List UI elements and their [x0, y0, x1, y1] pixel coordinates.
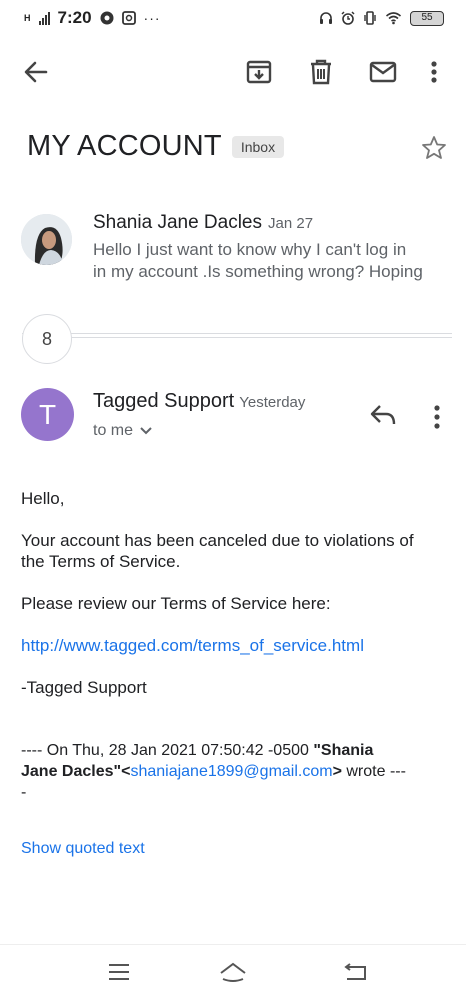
- home-icon[interactable]: [218, 961, 248, 983]
- settings-notification-icon: [100, 11, 114, 25]
- message-date: Yesterday: [239, 394, 306, 411]
- quote-email-link[interactable]: shaniajane1899@gmail.com: [130, 763, 332, 780]
- quote-name-part-1: "Shania: [313, 742, 374, 759]
- collapsed-message[interactable]: Shania Jane Dacles Jan 27 Hello I just wa…: [0, 210, 466, 295]
- star-icon[interactable]: [420, 134, 448, 162]
- quote-gt: >: [332, 763, 342, 780]
- network-type: H: [24, 13, 31, 23]
- inbox-label-badge[interactable]: Inbox: [231, 135, 285, 158]
- archive-icon[interactable]: [245, 58, 273, 86]
- app-bar: [0, 48, 466, 96]
- more-vert-icon[interactable]: [424, 58, 444, 86]
- recipient-label: to me: [93, 422, 134, 439]
- vibrate-icon: [364, 11, 376, 25]
- snippet-line-2: in my account .Is something wrong? Hopin…: [93, 262, 423, 281]
- signal-icon: [38, 11, 50, 25]
- headphones-icon: [320, 12, 332, 24]
- recipient-details-toggle[interactable]: to me: [93, 422, 153, 440]
- delete-icon[interactable]: [307, 58, 335, 86]
- message-date: Jan 27: [268, 215, 314, 232]
- collapsed-divider: [22, 337, 452, 338]
- quote-suffix: wrote ---: [341, 763, 406, 780]
- subject-title: MY ACCOUNT: [27, 130, 222, 162]
- back-nav-icon[interactable]: [341, 961, 371, 983]
- sender-avatar: T: [21, 388, 74, 441]
- mail-icon[interactable]: [369, 58, 397, 86]
- review-text: Please review our Terms of Service here:: [21, 594, 331, 613]
- quote-tail: -: [21, 784, 27, 801]
- expanded-message-header: Tagged Support Yesterday: [93, 390, 305, 413]
- sender-name: Tagged Support: [93, 390, 235, 412]
- sender-name: Shania Jane Dacles: [93, 212, 262, 233]
- recent-apps-icon[interactable]: [104, 961, 134, 983]
- snippet-line-1: Hello I just want to know why I can't lo…: [93, 240, 407, 259]
- show-quoted-text-link[interactable]: Show quoted text: [21, 840, 145, 858]
- gallery-notification-icon: [121, 11, 136, 25]
- subject-row: MY ACCOUNT Inbox: [27, 130, 285, 163]
- terms-link[interactable]: http://www.tagged.com/terms_of_service.h…: [21, 636, 364, 655]
- quote-header: ---- On Thu, 28 Jan 2021 07:50:42 -0500 …: [21, 740, 451, 803]
- message-body: Hello, Your account has been canceled du…: [21, 488, 451, 803]
- status-bar: H 7:20 ··· 55: [0, 0, 466, 36]
- quote-name-part-2: Jane Dacles": [21, 763, 122, 780]
- message-sender: Shania Jane Dacles Jan 27: [93, 212, 313, 234]
- signature-text: -Tagged Support: [21, 678, 147, 697]
- message-more-icon[interactable]: [427, 404, 447, 430]
- cancellation-text: Your account has been canceled due to vi…: [21, 530, 451, 572]
- message-snippet: Hello I just want to know why I can't lo…: [93, 239, 453, 283]
- reply-icon[interactable]: [368, 402, 398, 428]
- quote-prefix: ---- On Thu, 28 Jan 2021 07:50:42 -0500: [21, 742, 314, 759]
- chevron-down-icon: [140, 427, 152, 435]
- battery-level: 55: [421, 11, 433, 23]
- battery-icon: 55: [410, 10, 444, 26]
- avatar: [21, 214, 72, 265]
- back-arrow-icon[interactable]: [22, 58, 50, 86]
- cancellation-line-1: Your account has been canceled due to vi…: [21, 531, 414, 550]
- status-time: 7:20: [57, 8, 92, 27]
- alarm-icon: [341, 11, 355, 25]
- more-notifications-icon: ···: [143, 10, 161, 26]
- greeting-text: Hello,: [21, 489, 65, 508]
- collapsed-divider: [22, 333, 452, 334]
- collapsed-count-button[interactable]: 8: [22, 314, 72, 364]
- profile-photo-icon: [21, 214, 72, 265]
- cancellation-line-2: the Terms of Service.: [21, 552, 181, 571]
- system-nav-bar: [0, 944, 466, 1000]
- wifi-icon: [385, 12, 402, 25]
